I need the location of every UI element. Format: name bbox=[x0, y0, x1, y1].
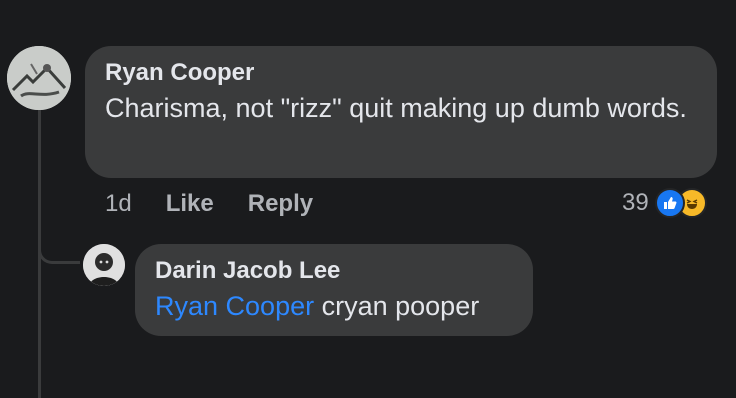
comment-thread: Ryan Cooper Charisma, not "rizz" quit ma… bbox=[0, 0, 736, 398]
reply-author-name[interactable]: Darin Jacob Lee bbox=[155, 256, 513, 286]
profile-photo-icon bbox=[7, 46, 71, 110]
like-icon bbox=[654, 188, 685, 218]
comment-actions: 1d Like Reply bbox=[105, 190, 347, 218]
like-button[interactable]: Like bbox=[166, 190, 214, 218]
mention-link[interactable]: Ryan Cooper bbox=[155, 291, 314, 321]
profile-photo-icon bbox=[83, 244, 125, 286]
avatar[interactable] bbox=[83, 244, 125, 286]
reply-button[interactable]: Reply bbox=[248, 190, 313, 218]
reply-bubble: Darin Jacob Lee Ryan Cooper cryan pooper bbox=[135, 244, 533, 336]
comment-author-name[interactable]: Ryan Cooper bbox=[105, 58, 697, 88]
avatar[interactable] bbox=[7, 46, 71, 110]
reaction-count: 39 bbox=[622, 189, 649, 216]
reply-text: Ryan Cooper cryan pooper bbox=[155, 288, 513, 324]
comment-timestamp[interactable]: 1d bbox=[105, 190, 132, 218]
comment-text: Charisma, not "rizz" quit making up dumb… bbox=[105, 93, 687, 123]
reply-body-text: cryan pooper bbox=[321, 291, 480, 321]
reaction-summary[interactable]: 39 bbox=[622, 188, 707, 218]
comment-bubble: Ryan Cooper Charisma, not "rizz" quit ma… bbox=[85, 46, 717, 178]
reply-connector-elbow bbox=[38, 240, 80, 264]
